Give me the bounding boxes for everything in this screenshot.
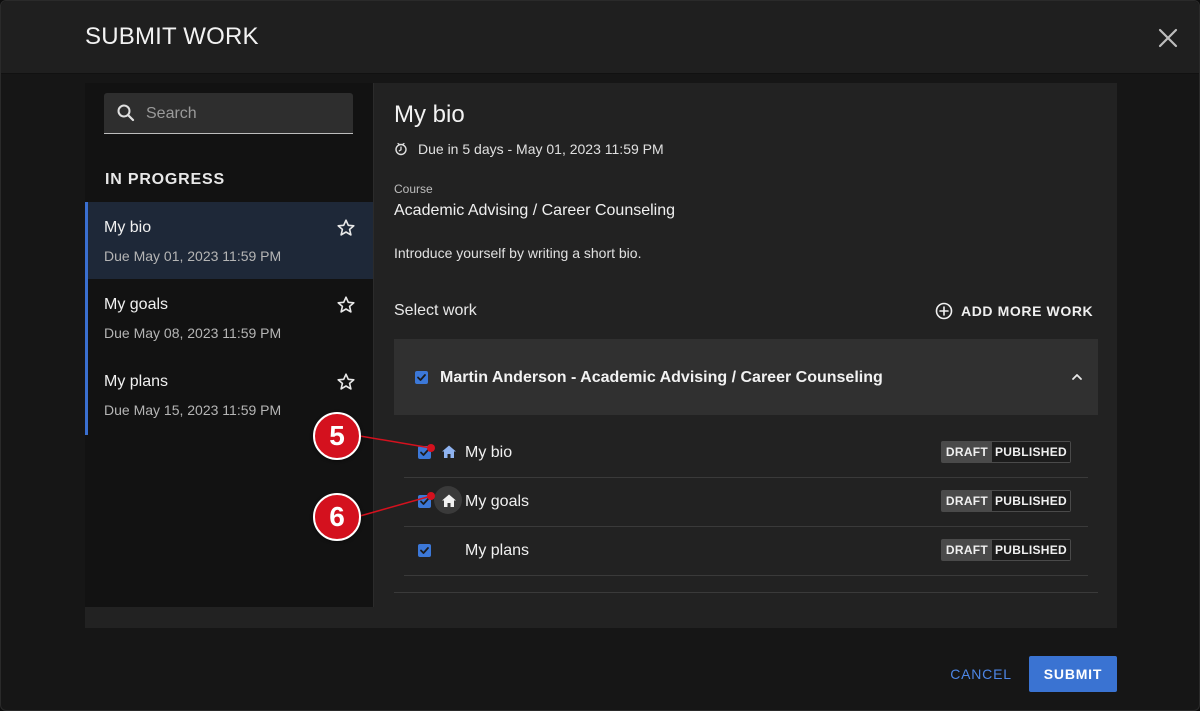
draft-option[interactable]: DRAFT [942, 540, 992, 560]
add-more-work-button[interactable]: ADD MORE WORK [934, 299, 1094, 323]
work-title: My bio [465, 444, 513, 461]
status-toggle: DRAFT PUBLISHED [941, 490, 1071, 512]
submit-work-dialog: SUBMIT WORK IN PROGRESS My bio Due May 0… [0, 0, 1200, 711]
assignment-due: Due May 08, 2023 11:59 PM [104, 325, 282, 341]
work-checkbox[interactable] [418, 446, 431, 459]
dialog-content: IN PROGRESS My bio Due May 01, 2023 11:5… [85, 83, 1117, 628]
add-circle-icon [935, 302, 953, 320]
status-toggle: DRAFT PUBLISHED [941, 539, 1071, 561]
star-icon[interactable] [336, 295, 356, 315]
dialog-title: SUBMIT WORK [85, 23, 259, 50]
home-icon[interactable] [440, 443, 458, 461]
draft-option[interactable]: DRAFT [942, 442, 992, 462]
search-input[interactable] [144, 93, 348, 135]
published-option[interactable]: PUBLISHED [992, 491, 1070, 511]
work-row-my-plans[interactable]: My plans DRAFT PUBLISHED [404, 526, 1088, 576]
work-title: My goals [465, 493, 530, 510]
assignment-item-my-bio[interactable]: My bio Due May 01, 2023 11:59 PM [88, 202, 373, 279]
cancel-button[interactable]: CANCEL [943, 656, 1019, 692]
submit-button[interactable]: SUBMIT [1029, 656, 1117, 692]
check-icon [420, 498, 429, 505]
assignment-list: My bio Due May 01, 2023 11:59 PM My goal… [85, 202, 373, 435]
check-icon [420, 547, 429, 554]
close-button[interactable] [1155, 25, 1181, 51]
work-title: My plans [465, 542, 530, 559]
star-icon[interactable] [336, 372, 356, 392]
home-icon[interactable] [440, 492, 458, 510]
assignment-due: Due May 01, 2023 11:59 PM [104, 248, 282, 264]
draft-option[interactable]: DRAFT [942, 491, 992, 511]
section-label-in-progress: IN PROGRESS [105, 171, 225, 188]
annotation-badge-6: 6 [313, 493, 361, 541]
chevron-up-icon[interactable] [1069, 369, 1085, 385]
assignment-title: My plans [104, 373, 169, 390]
assignment-description: Introduce yourself by writing a short bi… [394, 245, 642, 261]
check-icon [420, 449, 429, 456]
clock-icon [395, 142, 407, 156]
published-option[interactable]: PUBLISHED [992, 540, 1070, 560]
group-checkbox[interactable] [415, 371, 428, 384]
star-icon[interactable] [336, 218, 356, 238]
search-icon [117, 104, 135, 122]
work-row-my-goals[interactable]: My goals DRAFT PUBLISHED [404, 477, 1088, 527]
dialog-header: SUBMIT WORK [1, 1, 1199, 74]
detail-title: My bio [394, 101, 465, 128]
group-divider [394, 592, 1098, 593]
course-label: Course [394, 182, 433, 196]
work-group-header[interactable]: Martin Anderson - Academic Advising / Ca… [394, 339, 1098, 415]
search-box[interactable] [104, 93, 353, 135]
check-icon [417, 374, 426, 381]
assignment-detail: My bio Due in 5 days - May 01, 2023 11:5… [374, 83, 1117, 628]
work-checkbox[interactable] [418, 544, 431, 557]
assignment-due: Due May 15, 2023 11:59 PM [104, 402, 282, 418]
annotation-badge-5: 5 [313, 412, 361, 460]
assignment-title: My bio [104, 219, 152, 236]
assignment-title: My goals [104, 296, 169, 313]
course-value: Academic Advising / Career Counseling [394, 202, 676, 219]
work-checkbox[interactable] [418, 495, 431, 508]
published-option[interactable]: PUBLISHED [992, 442, 1070, 462]
add-more-work-label: ADD MORE WORK [961, 303, 1094, 319]
work-group-title: Martin Anderson - Academic Advising / Ca… [440, 369, 883, 386]
due-text: Due in 5 days - May 01, 2023 11:59 PM [418, 141, 664, 157]
select-work-label: Select work [394, 302, 477, 319]
assignment-item-my-goals[interactable]: My goals Due May 08, 2023 11:59 PM [88, 279, 373, 356]
close-icon [1158, 28, 1178, 48]
work-row-my-bio[interactable]: My bio DRAFT PUBLISHED [404, 428, 1088, 478]
status-toggle: DRAFT PUBLISHED [941, 441, 1071, 463]
